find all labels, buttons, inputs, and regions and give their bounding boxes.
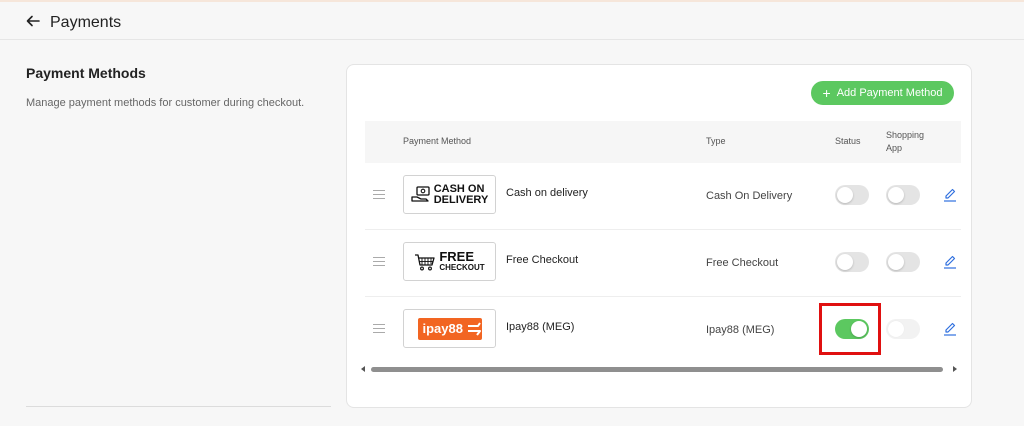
- scroll-right-arrow-icon[interactable]: [953, 366, 957, 372]
- drag-handle-icon[interactable]: [373, 324, 385, 334]
- horizontal-scrollbar[interactable]: [371, 367, 943, 372]
- table-row: FREE CHECKOUT Free Checkout Free Checkou…: [365, 230, 961, 297]
- payment-methods-card: + Add Payment Method Payment Method Type…: [346, 64, 972, 408]
- cash-hand-icon: [411, 185, 430, 202]
- column-header-shopping-app: Shopping App: [886, 130, 925, 153]
- cash-on-delivery-logo: CASH ON DELIVERY: [403, 175, 496, 214]
- edit-pencil-icon[interactable]: [943, 322, 957, 336]
- drag-handle-icon[interactable]: [373, 257, 385, 267]
- table-row: ipay88 Ipay88 (MEG) Ipay88 (MEG): [365, 297, 961, 364]
- add-payment-method-label: Add Payment Method: [836, 87, 943, 99]
- page-header: Payments: [0, 2, 1024, 40]
- shopping-app-toggle[interactable]: [886, 185, 920, 205]
- logo-text-line1: CASH ON: [433, 182, 485, 195]
- payment-method-name: Ipay88 (MEG): [506, 321, 575, 333]
- payment-method-name: Free Checkout: [506, 254, 579, 266]
- page-title: Payments: [50, 14, 122, 31]
- ipay88-logo: ipay88: [403, 309, 496, 348]
- status-toggle[interactable]: [835, 319, 869, 339]
- section-divider: [26, 406, 331, 407]
- status-toggle[interactable]: [835, 185, 869, 205]
- logo-text-line2: DELIVERY: [433, 193, 489, 206]
- payment-method-type: Ipay88 (MEG): [706, 324, 775, 336]
- column-header-status: Status: [835, 136, 861, 146]
- table-row: CASH ON DELIVERY Cash on delivery Cash O…: [365, 163, 961, 230]
- plus-icon: +: [822, 85, 831, 101]
- back-arrow-icon[interactable]: [24, 12, 42, 30]
- scroll-left-arrow-icon[interactable]: [361, 366, 365, 372]
- edit-pencil-icon[interactable]: [943, 188, 957, 202]
- section-title: Payment Methods: [26, 65, 146, 81]
- logo-text-line1: FREE: [439, 249, 474, 264]
- shopping-app-toggle[interactable]: [886, 319, 920, 339]
- edit-pencil-icon[interactable]: [943, 255, 957, 269]
- logo-text-line2: CHECKOUT: [439, 263, 485, 272]
- status-toggle[interactable]: [835, 252, 869, 272]
- logo-text: ipay88: [422, 321, 463, 336]
- payment-method-type: Free Checkout: [706, 257, 779, 269]
- column-header-payment-method: Payment Method: [403, 136, 472, 146]
- table-header: Payment Method Type Status Shopping App: [365, 121, 961, 163]
- column-header-type: Type: [706, 136, 726, 146]
- ipay88-swoosh-icon: [467, 321, 481, 336]
- shopping-app-toggle[interactable]: [886, 252, 920, 272]
- section-description: Manage payment methods for customer duri…: [26, 97, 305, 109]
- payment-method-type: Cash On Delivery: [706, 190, 793, 202]
- cart-icon: [415, 253, 435, 270]
- payment-method-name: Cash on delivery: [506, 187, 588, 199]
- add-payment-method-button[interactable]: + Add Payment Method: [811, 81, 954, 105]
- free-checkout-logo: FREE CHECKOUT: [403, 242, 496, 281]
- drag-handle-icon[interactable]: [373, 190, 385, 200]
